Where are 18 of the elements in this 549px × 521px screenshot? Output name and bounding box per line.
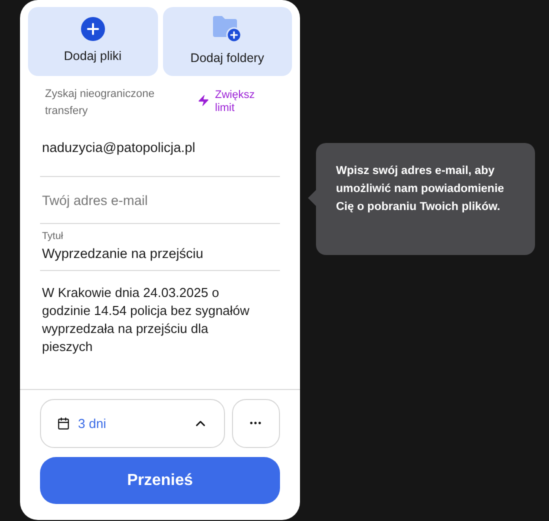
message-text: W Krakowie dnia 24.03.2025 o godzinie 14.54 policja bez sygnałów wyprzedzała na przejściu dla pieszych (41, 284, 250, 356)
title-field[interactable]: Tytuł Wyprzedzanie na przejściu (40, 224, 280, 270)
title-value: Wyprzedzanie na przejściu (42, 245, 204, 264)
folder-plus-icon (212, 15, 242, 44)
add-button[interactable]: Dodaj foldery (162, 7, 292, 76)
expiry-dropdown[interactable]: 3 dni (40, 399, 225, 448)
more-button[interactable]: ••• (232, 399, 280, 448)
recipient-text: naduzycia@patopolicja.pl (41, 138, 196, 157)
plus-circle-icon (80, 17, 105, 42)
upsell-text: Zyskaj nieograniczone transfery (45, 87, 156, 119)
tooltip-text: Wpisz swój adres e-mail, aby umożliwić nam powiadomienie Cię o pobraniu Twoich plików. (336, 164, 506, 215)
increase-limit-link[interactable]: Zwiększ limit (197, 89, 265, 115)
add-button[interactable]: Dodaj pliki (28, 7, 158, 76)
transfer-button[interactable]: Przenieś (40, 457, 280, 504)
calendar-icon (57, 417, 70, 430)
title-label: Tytuł (42, 230, 64, 244)
lightning-icon (197, 94, 210, 107)
email-input-field[interactable]: Twój adres e-mail (40, 177, 280, 223)
